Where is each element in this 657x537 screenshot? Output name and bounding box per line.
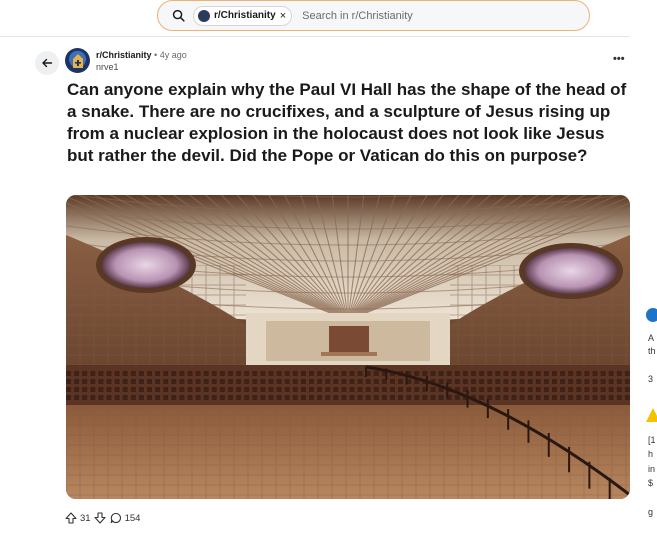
- sidebar-fragment: in: [648, 464, 656, 474]
- sidebar-fragment: g: [648, 507, 654, 517]
- meta-separator: •: [154, 50, 158, 60]
- subreddit-avatar[interactable]: [65, 48, 90, 73]
- right-sidebar-fragment: A th 3 [1 h in $ g: [640, 0, 657, 537]
- header-divider: [0, 36, 630, 37]
- author-link[interactable]: nrve1: [96, 61, 187, 73]
- search-bar[interactable]: r/Christianity ×: [157, 0, 590, 31]
- comment-count: 154: [124, 512, 141, 524]
- back-button[interactable]: [35, 51, 59, 75]
- upvote-icon[interactable]: [65, 512, 77, 524]
- community-icon: [646, 308, 657, 322]
- subreddit-filter-chip[interactable]: r/Christianity ×: [193, 5, 293, 26]
- close-icon[interactable]: ×: [280, 10, 286, 22]
- search-input[interactable]: [302, 9, 543, 22]
- sidebar-fragment: A: [648, 333, 655, 343]
- subreddit-link[interactable]: r/Christianity: [96, 50, 152, 60]
- more-options-button[interactable]: •••: [613, 53, 625, 65]
- hall-interior-image: [66, 195, 630, 499]
- search-icon: [172, 9, 185, 22]
- post-image[interactable]: [66, 195, 630, 499]
- comment-icon[interactable]: [110, 512, 122, 524]
- downvote-icon[interactable]: [94, 512, 106, 524]
- warning-icon: [646, 408, 657, 422]
- sidebar-fragment: 3: [648, 374, 654, 384]
- sidebar-fragment: $: [648, 478, 654, 488]
- upvote-count: 31: [80, 512, 91, 524]
- sidebar-fragment: h: [648, 449, 654, 459]
- post-age: 4y ago: [159, 50, 187, 60]
- sidebar-fragment: [1: [648, 435, 656, 445]
- subreddit-icon: [198, 9, 210, 22]
- post-title: Can anyone explain why the Paul VI Hall …: [67, 80, 627, 165]
- post-meta: r/Christianity • 4y ago nrve1: [96, 49, 187, 73]
- chip-label: r/Christianity: [214, 10, 276, 21]
- arrow-left-icon: [42, 58, 53, 68]
- church-window-icon: [72, 53, 83, 68]
- post-actions: 31 154: [65, 512, 143, 524]
- sidebar-fragment: th: [648, 346, 656, 356]
